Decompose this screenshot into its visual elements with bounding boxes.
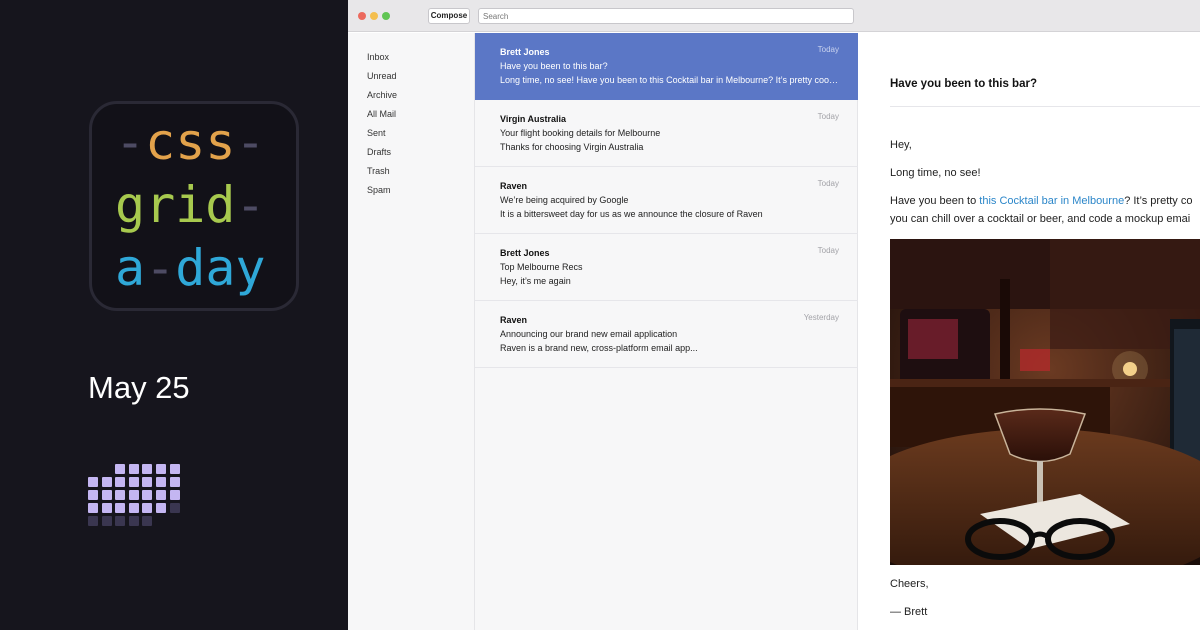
- calendar-day-cell: [88, 490, 98, 500]
- calendar-day-cell: [88, 477, 98, 487]
- calendar-day-cell: [128, 477, 139, 487]
- divider: [890, 106, 1200, 107]
- calendar-day-cell: [156, 464, 166, 474]
- calendar-day-cell: [156, 490, 166, 500]
- logo-line-css: -css-: [115, 113, 266, 171]
- calendar-day-cell: [169, 464, 180, 474]
- message-list: Brett Jones Today Have you been to this …: [475, 33, 858, 630]
- message-sender: Virgin Australia: [500, 114, 567, 124]
- calendar-day-cell: [115, 490, 126, 500]
- calendar-day-cell: [115, 464, 126, 474]
- message-sender: Raven: [500, 315, 528, 325]
- email-line: you can chill over a cocktail or beer, a…: [890, 213, 1191, 225]
- message-date: Today: [817, 179, 839, 188]
- message-subject: Your flight booking details for Melbourn…: [500, 128, 661, 138]
- sidebar-item-drafts[interactable]: Drafts: [367, 147, 391, 157]
- email-signature: — Brett: [890, 606, 928, 618]
- calendar-day-cell: [142, 516, 153, 526]
- calendar-day-cell: [101, 477, 112, 487]
- email-text: ? It’s pretty co: [1124, 195, 1193, 207]
- message-sender: Brett Jones: [500, 47, 550, 57]
- message-sender: Brett Jones: [500, 248, 550, 258]
- calendar-day-cell: [156, 503, 166, 513]
- calendar-day-cell: [142, 503, 153, 513]
- calendar-day-cell: [115, 516, 126, 526]
- calendar-day-cell: [88, 503, 98, 513]
- message-preview: Raven is a brand new, cross-platform ema…: [500, 343, 698, 353]
- message-preview: Long time, no see! Have you been to this…: [500, 75, 840, 85]
- calendar-day-cell: [142, 464, 153, 474]
- zoom-window-button[interactable]: [382, 12, 390, 20]
- message-row-selected[interactable]: Brett Jones Today Have you been to this …: [475, 33, 858, 100]
- email-paragraph: Have you been to this Cocktail bar in Me…: [890, 195, 1192, 207]
- brand-panel: -css- grid- a-day May 25: [0, 0, 348, 630]
- calendar-day-cell: [115, 477, 126, 487]
- calendar-day-cell: [169, 503, 180, 513]
- sidebar-item-trash[interactable]: Trash: [367, 166, 390, 176]
- calendar-day-cell: [128, 516, 139, 526]
- mail-app-window: Compose Inbox Unread Archive All Mail Se…: [348, 0, 1200, 630]
- cocktail-bar-link[interactable]: this Cocktail bar in Melbourne: [979, 195, 1124, 207]
- calendar-day-cell: [101, 503, 112, 513]
- title-bar: Compose: [348, 0, 1200, 32]
- calendar-day-cell: [142, 477, 153, 487]
- sidebar-item-unread[interactable]: Unread: [367, 71, 397, 81]
- email-text: Have you been to: [890, 195, 980, 207]
- bar-photo: [890, 239, 1200, 565]
- sidebar-item-archive[interactable]: Archive: [367, 90, 397, 100]
- email-signoff: Cheers,: [890, 578, 929, 590]
- message-preview: Thanks for choosing Virgin Australia: [500, 142, 644, 152]
- reading-pane: Have you been to this bar? Hey, Long tim…: [858, 33, 1200, 630]
- message-date: Today: [817, 246, 839, 255]
- calendar-day-cell: [128, 464, 139, 474]
- close-window-button[interactable]: [358, 12, 366, 20]
- minimize-window-button[interactable]: [370, 12, 378, 20]
- search-input[interactable]: [478, 8, 854, 24]
- message-subject: Announcing our brand new email applicati…: [500, 329, 678, 339]
- calendar-day-cell: [142, 490, 153, 500]
- compose-button[interactable]: Compose: [428, 8, 470, 24]
- mailbox-sidebar: Inbox Unread Archive All Mail Sent Draft…: [348, 33, 475, 630]
- calendar-day-cell: [115, 503, 126, 513]
- calendar-day-cell: [101, 516, 112, 526]
- calendar-day-cell: [128, 490, 139, 500]
- css-grid-a-day-logo: -css- grid- a-day: [89, 101, 299, 311]
- calendar-day-cell: [88, 516, 98, 526]
- email-subject-heading: Have you been to this bar?: [890, 78, 1037, 90]
- message-date: Yesterday: [803, 313, 839, 322]
- message-preview: It is a bittersweet day for us as we ann…: [500, 209, 763, 219]
- sidebar-item-inbox[interactable]: Inbox: [367, 52, 389, 62]
- message-date: Today: [817, 112, 839, 121]
- sidebar-item-sent[interactable]: Sent: [367, 128, 386, 138]
- calendar-day-cell: [169, 490, 180, 500]
- message-date: Today: [817, 45, 839, 54]
- date-label: May 25: [88, 370, 190, 405]
- message-preview: Hey, it’s me again: [500, 276, 571, 286]
- calendar-day-cell: [101, 490, 112, 500]
- sidebar-item-all-mail[interactable]: All Mail: [367, 109, 396, 119]
- message-subject: Have you been to this bar?: [500, 61, 608, 71]
- calendar-day-cell: [128, 503, 139, 513]
- message-subject: Top Melbourne Recs: [500, 262, 583, 272]
- cocktail-bar-image: [890, 239, 1200, 565]
- message-row[interactable]: Raven Today We’re being acquired by Goog…: [475, 167, 858, 234]
- message-subject: We’re being acquired by Google: [500, 195, 629, 205]
- message-row[interactable]: Virgin Australia Today Your flight booki…: [475, 100, 858, 167]
- email-greeting: Hey,: [890, 139, 912, 151]
- calendar-day-cell: [156, 477, 166, 487]
- message-sender: Raven: [500, 181, 528, 191]
- sidebar-item-spam[interactable]: Spam: [367, 185, 391, 195]
- message-row[interactable]: Brett Jones Today Top Melbourne Recs Hey…: [475, 234, 858, 301]
- calendar-day-cell: [169, 477, 180, 487]
- logo-line-a-day: a-day: [115, 239, 266, 297]
- message-row[interactable]: Raven Yesterday Announcing our brand new…: [475, 301, 858, 368]
- email-line: Long time, no see!: [890, 167, 981, 179]
- logo-line-grid: grid-: [115, 176, 266, 234]
